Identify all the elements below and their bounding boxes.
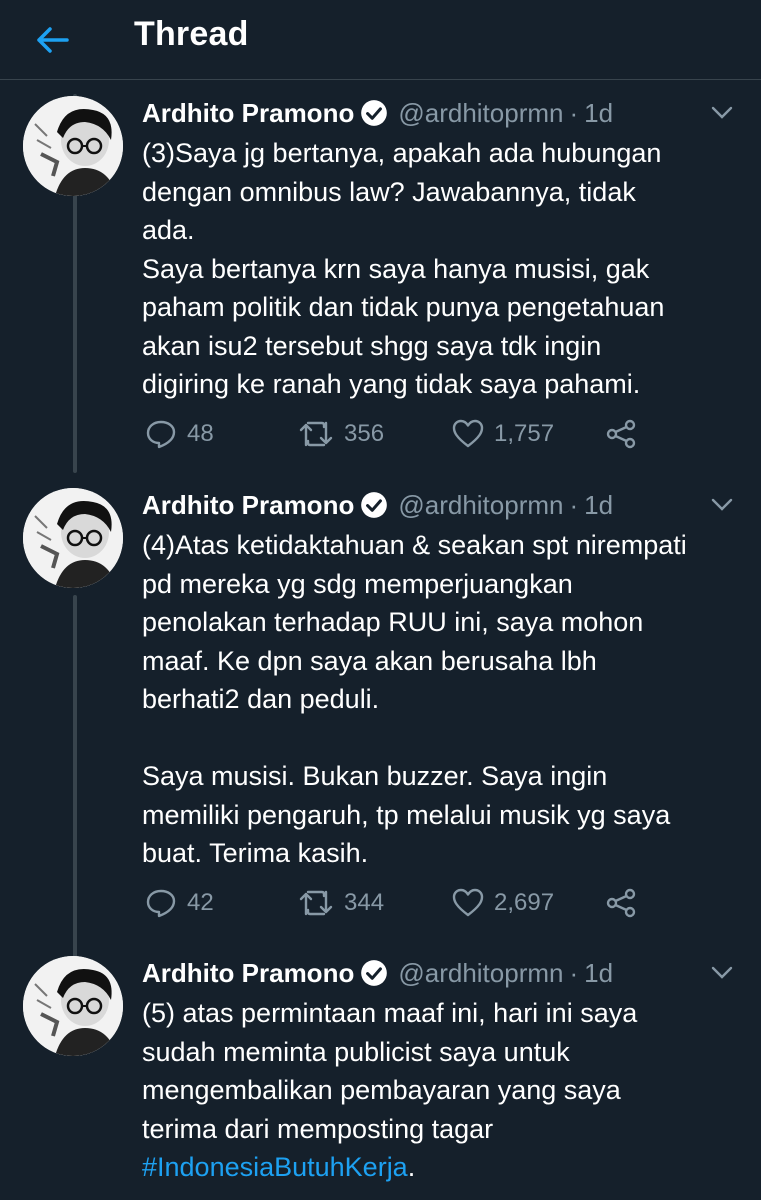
back-button[interactable] bbox=[30, 18, 74, 62]
verified-badge-icon bbox=[360, 99, 388, 127]
timestamp[interactable]: 1d bbox=[584, 958, 613, 989]
arrow-left-icon bbox=[37, 27, 69, 53]
chevron-down-icon bbox=[711, 966, 733, 979]
retweet-button[interactable]: 356 bbox=[298, 414, 384, 454]
avatar[interactable] bbox=[23, 96, 123, 196]
tweet-header: Ardhito Pramono @ardhitoprmn · 1d bbox=[142, 96, 742, 130]
verified-badge-icon bbox=[360, 959, 388, 987]
share-icon bbox=[606, 888, 636, 918]
tweet-header: Ardhito Pramono @ardhitoprmn · 1d bbox=[142, 956, 742, 990]
retweet-icon bbox=[299, 890, 333, 916]
reply-icon bbox=[146, 889, 176, 918]
reply-icon bbox=[146, 420, 176, 449]
share-button[interactable] bbox=[605, 883, 637, 923]
avatar-image bbox=[23, 96, 123, 196]
avatar-image bbox=[23, 488, 123, 588]
like-button[interactable]: 2,697 bbox=[452, 883, 554, 923]
more-options-button[interactable] bbox=[705, 96, 739, 130]
display-name[interactable]: Ardhito Pramono bbox=[142, 98, 354, 129]
tweet-header: Ardhito Pramono @ardhitoprmn · 1d bbox=[142, 488, 742, 522]
user-handle[interactable]: @ardhitoprmn bbox=[398, 958, 563, 989]
display-name[interactable]: Ardhito Pramono bbox=[142, 958, 354, 989]
tweet-text-end: . bbox=[407, 1152, 416, 1182]
retweet-icon bbox=[299, 421, 333, 447]
chevron-down-icon bbox=[711, 498, 733, 511]
retweet-count: 344 bbox=[344, 889, 385, 916]
heart-icon bbox=[452, 888, 484, 917]
share-icon bbox=[606, 419, 636, 449]
like-count: 2,697 bbox=[494, 889, 555, 916]
verified-badge-icon bbox=[360, 491, 388, 519]
avatar[interactable] bbox=[23, 956, 123, 1056]
retweet-count: 356 bbox=[344, 420, 385, 447]
timestamp[interactable]: 1d bbox=[584, 490, 613, 521]
user-handle[interactable]: @ardhitoprmn bbox=[398, 98, 563, 129]
tweet-text: (3)Saya jg bertanya, apakah ada hubungan… bbox=[142, 138, 665, 399]
reply-button[interactable]: 42 bbox=[145, 883, 214, 923]
more-options-button[interactable] bbox=[705, 956, 739, 990]
tweet-text: (4)Atas ketidaktahuan & seakan spt nirem… bbox=[142, 530, 687, 868]
tweet-text-body: (5) atas permintaan maaf ini, hari ini s… bbox=[142, 998, 638, 1144]
separator-dot: · bbox=[569, 97, 579, 128]
tweet-actions: 42 344 2,697 bbox=[0, 883, 761, 923]
reply-count: 48 bbox=[187, 420, 214, 447]
reply-button[interactable]: 48 bbox=[145, 414, 214, 454]
page-title: Thread bbox=[134, 15, 249, 53]
share-button[interactable] bbox=[605, 414, 637, 454]
like-button[interactable]: 1,757 bbox=[452, 414, 554, 454]
like-count: 1,757 bbox=[494, 420, 555, 447]
tweet-text: (5) atas permintaan maaf ini, hari ini s… bbox=[142, 994, 742, 1187]
user-handle[interactable]: @ardhitoprmn bbox=[398, 490, 563, 521]
hashtag-link[interactable]: #IndonesiaButuhKerja bbox=[142, 1152, 408, 1182]
display-name[interactable]: Ardhito Pramono bbox=[142, 490, 354, 521]
tweet-actions: 48 356 1,757 bbox=[0, 414, 761, 454]
separator-dot: · bbox=[569, 489, 579, 520]
separator-dot: · bbox=[569, 957, 579, 988]
reply-count: 42 bbox=[187, 889, 214, 916]
retweet-button[interactable]: 344 bbox=[298, 883, 384, 923]
heart-icon bbox=[452, 419, 484, 448]
timestamp[interactable]: 1d bbox=[584, 98, 613, 129]
top-bar: Thread bbox=[0, 0, 761, 80]
more-options-button[interactable] bbox=[705, 488, 739, 522]
avatar[interactable] bbox=[23, 488, 123, 588]
chevron-down-icon bbox=[711, 106, 733, 119]
avatar-image bbox=[23, 956, 123, 1056]
